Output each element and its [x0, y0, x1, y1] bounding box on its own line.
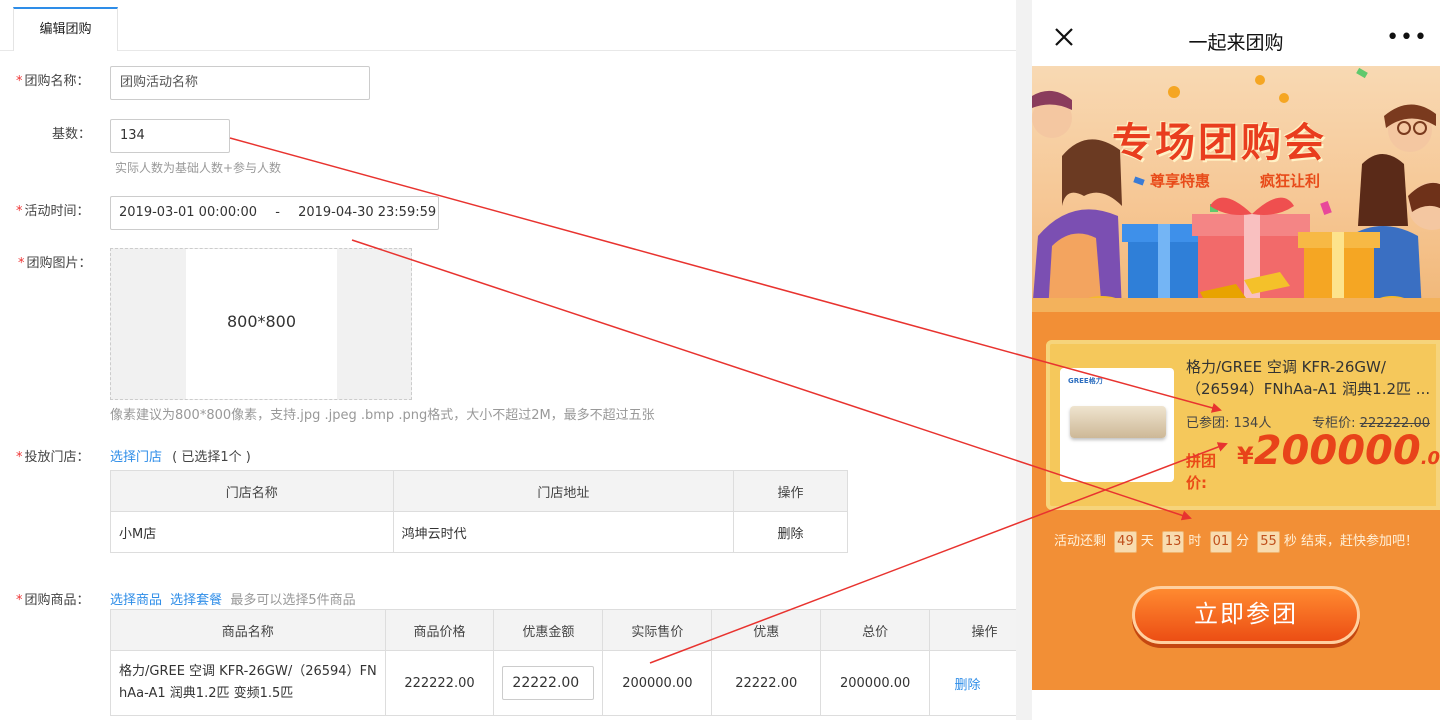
countdown-minutes-unit: 分: [1236, 534, 1250, 549]
products-table: 商品名称 商品价格 优惠金额 实际售价 优惠 总价 操作 格力/GREE 空调 …: [110, 609, 1040, 716]
join-group-button[interactable]: 立即参团: [1132, 586, 1360, 644]
image-placeholder: 800*800: [186, 249, 337, 399]
price-decimal: .00: [1420, 448, 1440, 469]
countdown-hours: 13: [1161, 531, 1185, 553]
actual-price-cell: 200000.00: [602, 650, 713, 716]
countdown-minutes: 01: [1209, 531, 1233, 553]
stores-selected-count: ( 已选择1个 ): [172, 450, 251, 465]
select-product-link[interactable]: 选择商品: [110, 593, 162, 608]
col-total: 总价: [820, 609, 931, 651]
banner-sub-left: 尊享特惠: [1150, 172, 1211, 190]
admin-edit-panel: 编辑团购 * 团购名称： 团购活动名称 基数： 134 实际人数为基础人数+参与人…: [0, 0, 1040, 720]
col-store-action: 操作: [733, 470, 848, 512]
stores-table-header: 门店名称 门店地址 操作: [110, 470, 848, 512]
saving-cell: 22222.00: [711, 650, 822, 716]
discount-input[interactable]: 22222.00: [502, 666, 595, 700]
time-range-input[interactable]: 2019-03-01 00:00:00 - 2019-04-30 23:59:5…: [110, 196, 439, 230]
base-label: 基数：: [52, 127, 92, 142]
phone-header: 一起来团购 •••: [1032, 0, 1440, 66]
required-mark: *: [16, 204, 23, 219]
col-product-name: 商品名称: [110, 609, 386, 651]
col-product-price: 商品价格: [384, 609, 495, 651]
phone-title: 一起来团购: [1188, 32, 1284, 54]
stores-table: 门店名称 门店地址 操作 小M店 鸿坤云时代 删除: [110, 470, 848, 553]
product-delete-link[interactable]: 删除: [955, 678, 981, 693]
product-image[interactable]: GREE格力: [1060, 368, 1174, 482]
banner-illustration: [1032, 67, 1440, 312]
phone-bottom-area: [1032, 690, 1440, 720]
image-label-text: 团购图片：: [26, 256, 92, 271]
table-row: 格力/GREE 空调 KFR-26GW/（26594）FN hAa-A1 润典1…: [110, 650, 1040, 716]
countdown-days-unit: 天: [1140, 534, 1154, 549]
store-delete-link[interactable]: 删除: [733, 511, 848, 553]
base-hint: 实际人数为基础人数+参与人数: [115, 161, 282, 175]
countdown: 活动还剩 49 天 13 时 01 分 55 秒 结束，赶快参加吧！: [1032, 530, 1440, 553]
products-label-text: 团购商品：: [24, 593, 90, 608]
required-mark: *: [18, 256, 25, 271]
col-saving: 优惠: [711, 609, 822, 651]
product-price-cell: 222222.00: [384, 650, 495, 716]
col-store-name: 门店名称: [110, 470, 394, 512]
brand-logo: GREE格力: [1068, 377, 1103, 385]
store-address-cell: 鸿坤云时代: [392, 511, 735, 553]
time-end: 2019-04-30 23:59:59: [298, 205, 437, 220]
banner-title: 专场团购会: [1112, 119, 1327, 166]
countdown-hours-unit: 时: [1188, 534, 1202, 549]
products-limit-hint: 最多可以选择5件商品: [230, 593, 356, 608]
image-uploader[interactable]: 800*800: [110, 248, 412, 400]
required-mark: *: [16, 450, 23, 465]
stores-select-row: 选择门店 ( 已选择1个 ): [110, 446, 251, 465]
image-hint: 像素建议为800*800像素，支持.jpg .jpeg .bmp .png格式，…: [110, 408, 655, 423]
group-price: ¥200000.00: [1237, 428, 1440, 474]
name-label-text: 团购名称：: [24, 74, 90, 89]
currency-symbol: ¥: [1237, 442, 1254, 470]
required-mark: *: [16, 74, 23, 89]
select-store-link[interactable]: 选择门店: [110, 450, 162, 465]
countdown-seconds: 55: [1257, 531, 1280, 553]
select-bundle-link[interactable]: 选择套餐: [170, 593, 222, 608]
discount-cell: 22222.00: [493, 650, 604, 716]
product-name-line1: 格力/GREE 空调 KFR-26GW/（26594）FN: [119, 664, 377, 679]
phone-preview: 一起来团购 ••• 专场团购会 尊享特惠 疯狂让利 GREE格力 格力/GREE…: [1032, 0, 1440, 720]
more-icon[interactable]: •••: [1386, 27, 1428, 49]
group-price-label: 拼团价:: [1186, 452, 1217, 492]
countdown-suffix: 秒 结束，赶快参加吧！: [1283, 534, 1418, 549]
base-input[interactable]: 134: [110, 119, 230, 153]
tab-edit-groupbuy[interactable]: 编辑团购: [13, 7, 118, 51]
time-label-text: 活动时间：: [24, 204, 90, 219]
products-label: * 团购商品：: [16, 589, 90, 608]
promo-banner: 专场团购会 尊享特惠 疯狂让利: [1032, 66, 1440, 312]
col-discount-amount: 优惠金额: [493, 609, 604, 651]
stores-label: * 投放门店：: [16, 446, 90, 465]
store-name-cell: 小M店: [110, 511, 394, 553]
col-store-address: 门店地址: [392, 470, 735, 512]
product-name-line2: hAa-A1 润典1.2匹 变频1.5匹: [119, 686, 294, 701]
banner-sub-right: 疯狂让利: [1260, 172, 1321, 190]
countdown-prefix: 活动还剩: [1054, 534, 1107, 549]
required-mark: *: [16, 593, 23, 608]
air-conditioner-picture: [1070, 406, 1166, 438]
col-actual-price: 实际售价: [602, 609, 713, 651]
products-select-row: 选择商品 选择套餐 最多可以选择5件商品: [110, 589, 356, 608]
time-separator: -: [275, 205, 280, 220]
table-row: 小M店 鸿坤云时代 删除: [110, 511, 848, 553]
price-integer: 200000: [1253, 428, 1421, 474]
image-label: * 团购图片：: [18, 252, 92, 271]
stores-label-text: 投放门店：: [24, 450, 90, 465]
countdown-days: 49: [1114, 531, 1137, 553]
products-table-header: 商品名称 商品价格 优惠金额 实际售价 优惠 总价 操作: [110, 609, 1040, 651]
name-input[interactable]: 团购活动名称: [110, 66, 370, 100]
time-start: 2019-03-01 00:00:00: [119, 205, 258, 220]
panel-divider: [1016, 0, 1032, 720]
time-label: * 活动时间：: [16, 200, 90, 219]
name-label: * 团购名称：: [16, 70, 90, 89]
total-cell: 200000.00: [820, 650, 931, 716]
tab-bar: 编辑团购: [0, 0, 1016, 51]
product-name-cell: 格力/GREE 空调 KFR-26GW/（26594）FN hAa-A1 润典1…: [110, 650, 386, 716]
product-name: 格力/GREE 空调 KFR-26GW/（26594）FNhAa-A1 润典1.…: [1186, 358, 1431, 398]
